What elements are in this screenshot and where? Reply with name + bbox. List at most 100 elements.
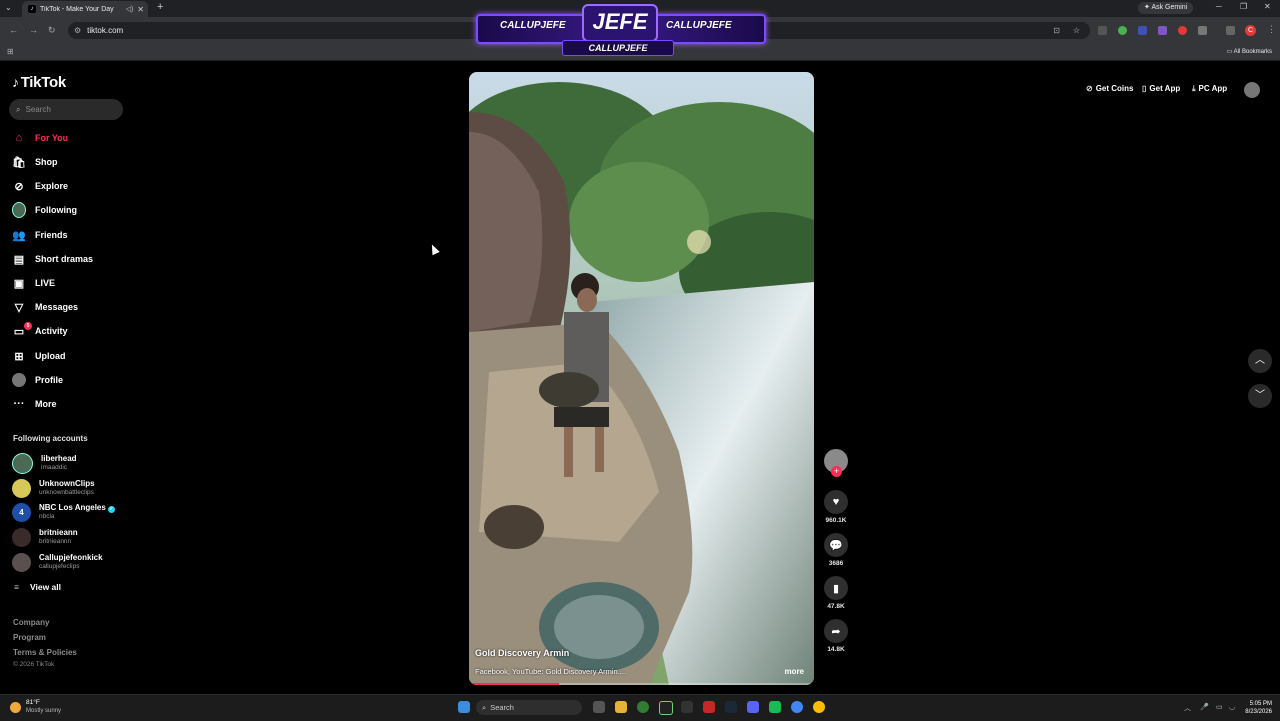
chrome-icon[interactable] (791, 701, 803, 713)
new-tab-icon[interactable]: + (157, 1, 163, 13)
get-app-button[interactable]: ▯ Get App (1142, 84, 1180, 93)
view-all-link[interactable]: ≡ View all (14, 582, 61, 592)
audio-playing-icon[interactable]: ◁) (126, 5, 134, 13)
like-count: 960.1K (825, 517, 847, 524)
back-icon[interactable]: ← (9, 25, 18, 35)
extension-icon[interactable] (1158, 26, 1167, 35)
following-account[interactable]: britnieann britnieannn (12, 526, 78, 548)
ask-gemini-button[interactable]: ✦ Ask Gemini (1138, 2, 1194, 14)
extension-icon[interactable] (1178, 26, 1187, 35)
tab-search-chevron-icon[interactable]: ⌄ (5, 3, 12, 12)
live-icon: ▣ (13, 277, 25, 290)
minimize-icon[interactable]: ─ (1216, 2, 1222, 11)
more-dots-icon: ··· (13, 398, 25, 410)
nav-following[interactable]: Following (12, 201, 77, 219)
user-avatar[interactable] (1244, 82, 1260, 98)
system-clock[interactable]: 5:05 PM 8/23/2026 (1245, 700, 1272, 716)
share-button[interactable]: ➦ 14.8K (823, 619, 849, 653)
forward-icon[interactable]: → (29, 25, 38, 35)
task-view-icon[interactable] (593, 701, 605, 713)
nav-shop[interactable]: 🛍 Shop (12, 153, 57, 171)
restore-icon[interactable]: ❐ (1240, 2, 1247, 11)
media-controls-icon[interactable] (1226, 26, 1235, 35)
verified-badge-icon: ✓ (107, 506, 115, 513)
footer-terms-link[interactable]: Terms & Policies (13, 648, 77, 657)
windows-taskbar: 81°F Mostly sunny ⌕ Search ︿ 🎤 ▭ ◡ 5:05 PM… (0, 694, 1280, 721)
save-button[interactable]: ▮ 47.8K (823, 576, 849, 610)
apps-grid-icon[interactable]: ⊞ (7, 47, 14, 56)
search-input[interactable]: ⌕ Search (9, 99, 123, 120)
video-progress-fill (469, 683, 559, 685)
steam-icon[interactable] (725, 701, 737, 713)
bookmark-star-icon[interactable]: ☆ (1073, 22, 1080, 39)
all-bookmarks-button[interactable]: ▭ All Bookmarks (1227, 48, 1272, 55)
extension-icon[interactable] (1138, 26, 1147, 35)
comment-button[interactable]: 💬 3686 (823, 533, 849, 567)
send-icon: ▽ (14, 301, 24, 314)
xbox-icon[interactable] (637, 701, 649, 713)
install-app-icon[interactable]: ⊡ (1053, 22, 1060, 39)
nav-short-dramas[interactable]: ▤ Short dramas (12, 250, 93, 268)
more-button[interactable]: more (784, 667, 804, 676)
tiktok-favicon-icon: ♪ (28, 5, 36, 13)
profile-avatar-button[interactable]: C (1245, 25, 1256, 36)
follow-plus-icon[interactable]: + (831, 466, 842, 477)
nav-activity[interactable]: ▭ 5 Activity (12, 322, 68, 340)
extensions-puzzle-icon[interactable] (1198, 26, 1207, 35)
get-coins-button[interactable]: ⊘ Get Coins (1086, 84, 1133, 93)
discord-icon[interactable] (747, 701, 759, 713)
site-info-icon[interactable]: ⚙ (74, 26, 81, 35)
weather-widget[interactable]: 81°F Mostly sunny (10, 699, 61, 715)
following-account[interactable]: liberhead imaaddic (12, 452, 77, 474)
chrome-icon[interactable] (813, 701, 825, 713)
app-icon[interactable] (703, 701, 715, 713)
video-player[interactable]: Gold Discovery Armin Facebook, YouTube: … (469, 72, 814, 685)
nav-friends[interactable]: 👥 Friends (12, 226, 67, 244)
list-icon: ≡ (14, 582, 19, 592)
nav-more[interactable]: ··· More (12, 395, 57, 413)
activity-icon: ▭ 5 (12, 322, 32, 338)
app-icon[interactable] (769, 701, 781, 713)
app-tray-icon[interactable]: ▭ (1216, 703, 1223, 711)
video-progress-bar[interactable] (469, 683, 814, 685)
like-button[interactable]: ♥ 960.1K (823, 490, 849, 524)
file-explorer-icon[interactable] (615, 701, 627, 713)
following-account[interactable]: 4 NBC Los Angeles ✓ nbcla (12, 501, 115, 523)
following-account[interactable]: Callupjefeonkick callupjefeclips (12, 551, 103, 573)
close-tab-icon[interactable]: ✕ (137, 5, 144, 14)
taskbar-search[interactable]: ⌕ Search (476, 700, 582, 715)
previous-video-button[interactable]: ︿ (1248, 349, 1272, 373)
nav-messages[interactable]: ▽ Messages (12, 298, 78, 316)
nav-for-you[interactable]: ⌂ For You (12, 129, 69, 147)
upload-icon: ⊞ (14, 350, 24, 363)
mic-icon[interactable]: 🎤 (1200, 703, 1209, 711)
wifi-icon[interactable]: ◡ (1229, 703, 1235, 711)
nav-upload[interactable]: ⊞ Upload (12, 347, 65, 365)
nav-live[interactable]: ▣ LIVE (12, 274, 55, 292)
nav-profile[interactable]: Profile (12, 371, 63, 389)
browser-tab-tiktok[interactable]: ♪ TikTok - Make Your Day ◁) ✕ (22, 1, 148, 17)
nav-explore[interactable]: ⊘ Explore (12, 177, 68, 195)
next-video-button[interactable]: ﹀ (1248, 384, 1272, 408)
video-frame (469, 72, 814, 685)
following-account[interactable]: UnknownClips unknownbattleclips (12, 477, 95, 499)
close-window-icon[interactable]: ✕ (1264, 2, 1271, 11)
creator-avatar[interactable]: + (824, 449, 848, 477)
menu-kebab-icon[interactable]: ⋮ (1267, 24, 1276, 35)
comment-icon: 💬 (824, 533, 848, 557)
video-author[interactable]: Gold Discovery Armin (475, 648, 569, 658)
extension-icon[interactable] (1118, 26, 1127, 35)
chevron-up-icon: ︿ (1255, 355, 1265, 366)
extension-icon[interactable] (1098, 26, 1107, 35)
tiktok-logo[interactable]: ♪ TikTok (12, 74, 66, 91)
following-avatar-icon (12, 202, 26, 218)
windows-start-icon[interactable] (458, 701, 470, 713)
footer-company-link[interactable]: Company (13, 618, 49, 627)
reload-icon[interactable]: ↻ (48, 25, 56, 36)
pc-app-button[interactable]: ⤓ PC App (1192, 84, 1227, 94)
footer-program-link[interactable]: Program (13, 633, 46, 642)
tray-chevron-icon[interactable]: ︿ (1184, 703, 1191, 713)
banner-center-logo: JEFE (582, 4, 658, 42)
app-icon[interactable] (681, 701, 693, 713)
app-icon[interactable] (659, 701, 673, 715)
